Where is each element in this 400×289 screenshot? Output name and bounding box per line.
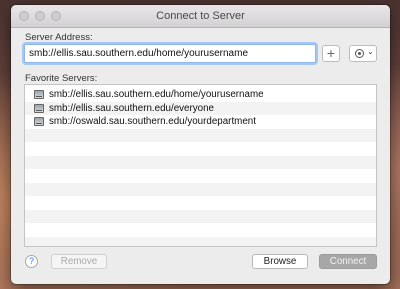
server-icon <box>34 103 44 113</box>
help-button[interactable]: ? <box>25 255 38 268</box>
favorite-servers-list[interactable]: smb://ellis.sau.southern.edu/home/yourus… <box>24 84 377 247</box>
empty-row <box>25 155 376 169</box>
title-bar: Connect to Server <box>11 5 390 28</box>
favorite-servers-label: Favorite Servers: <box>25 73 98 84</box>
empty-row <box>25 182 376 196</box>
add-favorite-button[interactable]: + <box>322 45 340 62</box>
list-item-label: smb://ellis.sau.southern.edu/home/yourus… <box>49 89 264 100</box>
connect-button[interactable]: Connect <box>319 254 377 269</box>
empty-row <box>25 236 376 246</box>
window-title: Connect to Server <box>156 10 245 22</box>
connect-to-server-window: Connect to Server Server Address: + ⌄ Fa… <box>11 5 390 284</box>
empty-row <box>25 142 376 156</box>
list-item[interactable]: smb://ellis.sau.southern.edu/home/yourus… <box>25 88 376 102</box>
empty-row <box>25 223 376 237</box>
empty-row <box>25 169 376 183</box>
list-item-label: smb://ellis.sau.southern.edu/everyone <box>49 102 215 114</box>
browse-button[interactable]: Browse <box>252 254 308 269</box>
empty-row <box>25 196 376 210</box>
empty-row <box>25 128 376 142</box>
action-menu-button[interactable]: ⌄ <box>349 45 377 62</box>
remove-button[interactable]: Remove <box>51 254 107 269</box>
chevron-down-icon: ⌄ <box>367 47 374 56</box>
list-item[interactable]: smb://oswald.sau.southern.edu/yourdepart… <box>25 115 376 129</box>
list-item[interactable]: smb://ellis.sau.southern.edu/everyone <box>25 101 376 115</box>
empty-row <box>25 209 376 223</box>
server-icon <box>34 90 44 99</box>
server-icon <box>34 117 44 126</box>
list-item-label: smb://oswald.sau.southern.edu/yourdepart… <box>49 116 256 127</box>
server-address-label: Server Address: <box>25 32 93 43</box>
gear-icon <box>355 49 364 58</box>
server-address-input[interactable] <box>24 44 316 63</box>
plus-icon: + <box>326 45 336 61</box>
